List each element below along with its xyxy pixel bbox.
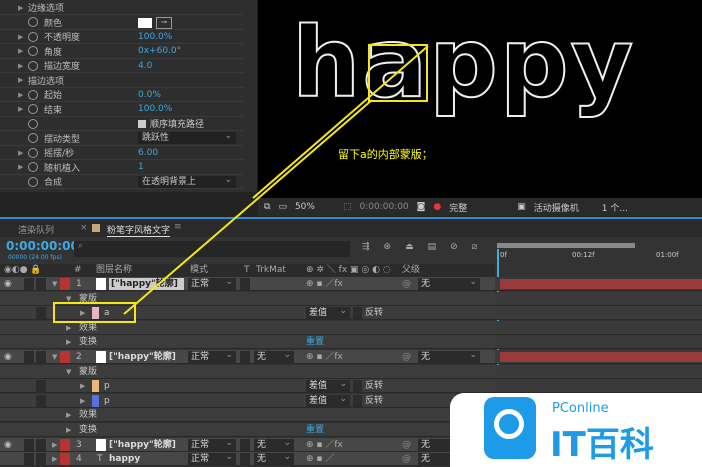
annotation-arrow	[53, 45, 429, 323]
